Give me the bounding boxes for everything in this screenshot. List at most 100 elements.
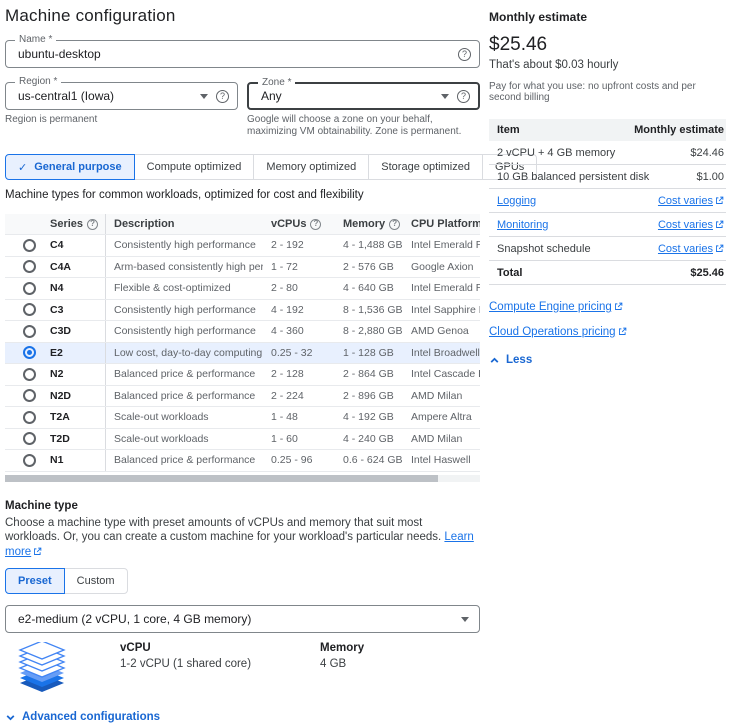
- estimate-amount: $25.46: [489, 34, 548, 55]
- estimate-row-logging: Logging Cost varies: [489, 189, 726, 213]
- cpu-platform-cell: Intel Emerald Rapids: [411, 282, 480, 295]
- series-help-icon[interactable]: ?: [87, 218, 99, 230]
- estimate-row-monitoring: Monitoring Cost varies: [489, 213, 726, 237]
- tab-label: Compute optimized: [146, 161, 242, 173]
- chevron-down-icon: [441, 93, 449, 99]
- logging-link[interactable]: Logging: [497, 195, 536, 207]
- cpu-platform-cell: Intel Sapphire Rapids: [411, 303, 480, 316]
- vcpu-value: 1-2 vCPU (1 shared core): [120, 658, 252, 670]
- row-radio[interactable]: [22, 410, 36, 424]
- tab-storage-optimized[interactable]: Storage optimized: [368, 154, 483, 180]
- description-cell: Balanced price & performance: [105, 364, 263, 385]
- table-row-c4a[interactable]: C4A Arm-based consistently high performa…: [5, 255, 480, 277]
- tab-custom[interactable]: Custom: [63, 568, 128, 594]
- cost-varies-link[interactable]: Cost varies: [658, 195, 713, 207]
- description-text: Choose a machine type with preset amount…: [5, 516, 445, 544]
- monitoring-link[interactable]: Monitoring: [497, 219, 548, 231]
- zone-help-icon[interactable]: ?: [457, 89, 470, 103]
- compute-engine-pricing-link[interactable]: Compute Engine pricing: [489, 301, 612, 313]
- row-radio[interactable]: [22, 238, 36, 252]
- header-label: CPU Platform: [411, 218, 480, 230]
- cost-varies-link[interactable]: Cost varies: [658, 219, 713, 231]
- name-field[interactable]: Name * ?: [5, 34, 480, 68]
- row-radio[interactable]: [22, 432, 36, 446]
- zone-select[interactable]: Zone * Any ?: [247, 77, 480, 110]
- memory-help-icon[interactable]: ?: [389, 218, 401, 230]
- series-cell: C3: [50, 303, 64, 316]
- memory-value: 4 GB: [320, 658, 347, 670]
- vcpu-label: vCPU: [120, 642, 151, 654]
- memory-cell: 8 - 1,536 GB: [343, 303, 403, 316]
- tab-general-purpose[interactable]: ✓ General purpose: [5, 154, 135, 180]
- name-input[interactable]: [18, 47, 458, 61]
- table-row-t2d[interactable]: T2D Scale-out workloads 1 - 60 4 - 240 G…: [5, 427, 480, 449]
- cpu-platform-cell: AMD Milan: [411, 432, 463, 445]
- vcpus-help-icon[interactable]: ?: [310, 218, 322, 230]
- description-cell: Scale-out workloads: [105, 407, 263, 428]
- vcpus-cell: 2 - 224: [271, 389, 304, 402]
- memory-cell: 2 - 864 GB: [343, 368, 394, 381]
- cost-varies-link[interactable]: Cost varies: [658, 243, 713, 255]
- table-horizontal-scrollbar[interactable]: [5, 474, 480, 482]
- estimate-hourly: That's about $0.03 hourly: [489, 59, 619, 71]
- machine-type-select[interactable]: e2-medium (2 vCPU, 1 core, 4 GB memory): [5, 605, 480, 633]
- cpu-platform-cell: Intel Emerald Rapids: [411, 239, 480, 252]
- name-help-icon[interactable]: ?: [458, 47, 471, 61]
- region-help-icon[interactable]: ?: [216, 89, 229, 103]
- table-row-c4[interactable]: C4 Consistently high performance 2 - 192…: [5, 234, 480, 256]
- description-cell: Balanced price & performance: [105, 385, 263, 406]
- zone-field-label: Zone *: [258, 77, 296, 88]
- header-series: Series?: [45, 218, 105, 230]
- external-link-icon: [716, 244, 724, 252]
- row-radio[interactable]: [22, 367, 36, 381]
- tab-compute-optimized[interactable]: Compute optimized: [133, 154, 255, 180]
- chevron-down-icon: [200, 93, 208, 99]
- table-row-n1[interactable]: N1 Balanced price & performance 0.25 - 9…: [5, 449, 480, 471]
- zone-value: Any: [261, 89, 282, 103]
- tab-label: Storage optimized: [381, 161, 470, 173]
- tab-memory-optimized[interactable]: Memory optimized: [253, 154, 370, 180]
- table-row-e2-selected[interactable]: E2 Low cost, day-to-day computing 0.25 -…: [5, 341, 480, 363]
- less-toggle[interactable]: Less: [489, 354, 726, 366]
- cpu-platform-cell: AMD Milan: [411, 389, 463, 402]
- series-cell: T2D: [50, 432, 70, 445]
- scrollbar-thumb[interactable]: [5, 474, 438, 482]
- table-row-t2a[interactable]: T2A Scale-out workloads 1 - 48 4 - 192 G…: [5, 406, 480, 428]
- row-radio[interactable]: [22, 389, 36, 403]
- total-label: Total: [497, 266, 523, 279]
- estimate-table: Item Monthly estimate 2 vCPU + 4 GB memo…: [489, 119, 726, 285]
- item-value: $24.46: [690, 146, 724, 159]
- row-radio[interactable]: [22, 303, 36, 317]
- row-radio[interactable]: [22, 281, 36, 295]
- vcpu-summary: vCPU 1-2 vCPU (1 shared core): [120, 642, 320, 670]
- advanced-configurations-toggle[interactable]: Advanced configurations: [5, 711, 480, 723]
- table-row-n4[interactable]: N4 Flexible & cost-optimized 2 - 80 4 - …: [5, 277, 480, 299]
- table-row-c3[interactable]: C3 Consistently high performance 4 - 192…: [5, 298, 480, 320]
- vcpus-cell: 4 - 192: [271, 303, 304, 316]
- tab-label: General purpose: [34, 161, 122, 173]
- row-radio[interactable]: [22, 260, 36, 274]
- vcpus-cell: 2 - 80: [271, 282, 298, 295]
- memory-cell: 4 - 640 GB: [343, 282, 394, 295]
- row-radio[interactable]: [22, 324, 36, 338]
- row-radio-selected[interactable]: [22, 346, 36, 360]
- table-row-n2[interactable]: N2 Balanced price & performance 2 - 128 …: [5, 363, 480, 385]
- row-radio[interactable]: [22, 453, 36, 467]
- tab-label: Memory optimized: [266, 161, 357, 173]
- chevron-down-icon: [461, 616, 469, 622]
- tab-preset[interactable]: Preset: [5, 568, 65, 594]
- item-header: Item: [497, 124, 520, 136]
- description-cell: Flexible & cost-optimized: [105, 278, 263, 299]
- external-link-icon: [618, 327, 626, 335]
- cloud-operations-pricing-link[interactable]: Cloud Operations pricing: [489, 326, 616, 338]
- memory-summary: Memory 4 GB: [320, 642, 364, 670]
- memory-cell: 8 - 2,880 GB: [343, 325, 403, 338]
- item-label: Snapshot schedule: [497, 242, 591, 255]
- table-row-n2d[interactable]: N2D Balanced price & performance 2 - 224…: [5, 384, 480, 406]
- machine-type-description: Choose a machine type with preset amount…: [5, 516, 477, 560]
- series-tab-bar: ✓ General purpose Compute optimized Memo…: [5, 154, 538, 180]
- region-select[interactable]: Region * us-central1 (Iowa) ?: [5, 76, 238, 110]
- vcpus-cell: 4 - 360: [271, 325, 304, 338]
- cpu-platform-cell: Google Axion: [411, 260, 474, 273]
- table-row-c3d[interactable]: C3D Consistently high performance 4 - 36…: [5, 320, 480, 342]
